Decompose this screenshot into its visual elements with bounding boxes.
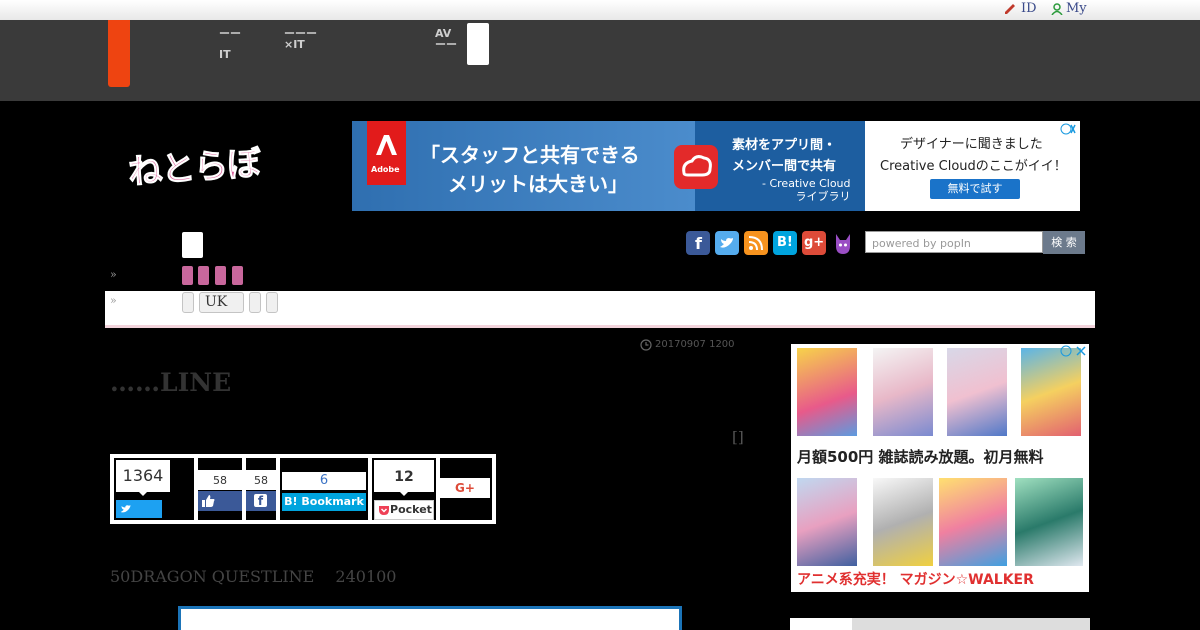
sidebar-ad-footer: アニメ系充実！ マガジン☆WALKER xyxy=(797,572,1034,588)
nav-item-1-line1: ーー xyxy=(219,27,241,40)
nav-item-1-line2: IT xyxy=(219,48,231,61)
rss-icon[interactable] xyxy=(744,231,768,255)
magazine-cover-1 xyxy=(797,348,857,436)
ad-mid-line3: - Creative Cloud xyxy=(762,177,851,190)
magazine-cover-8 xyxy=(1015,478,1083,566)
article-title: ……LINE xyxy=(110,368,232,397)
ad-mid-line1: 素材をアプリ間・ xyxy=(732,138,837,153)
twitter-bird-icon xyxy=(120,505,131,513)
grey-button-3[interactable] xyxy=(249,292,261,313)
uk-button[interactable]: UK xyxy=(199,292,244,313)
grey-button-1[interactable] xyxy=(182,292,194,313)
share-buttons: 1364 58 58 f 6 B! Bookmark 12 Pocket G+ xyxy=(110,454,496,524)
cat-icon[interactable] xyxy=(831,230,855,256)
magazine-cover-6 xyxy=(873,478,933,566)
hatena-bookmark-button[interactable]: B! Bookmark xyxy=(282,493,366,511)
pink-button-1[interactable] xyxy=(182,266,193,285)
id-link[interactable]: ID xyxy=(1021,1,1037,16)
thumbs-up-icon xyxy=(202,495,215,507)
hatena-cell: 6 B! Bookmark xyxy=(280,458,368,520)
top-utility-bar: ID My xyxy=(0,0,1200,20)
ad-headline: 「スタッフと共有できる xyxy=(420,143,640,167)
site-logo[interactable]: ねとらぼ xyxy=(126,135,262,193)
article-lead: 50DRAGON QUESTLINE 240100 xyxy=(110,567,397,586)
pink-button-2[interactable] xyxy=(198,266,209,285)
grey-button-4[interactable] xyxy=(266,292,278,313)
twitter-share-button[interactable] xyxy=(116,500,162,518)
header-bar xyxy=(0,20,1200,101)
ad-banner[interactable]: Adobe 「スタッフと共有できる メリットは大きい」 素材をアプリ間・ メンバ… xyxy=(352,121,1080,211)
nav-item-2-line2: ×IT xyxy=(284,38,305,51)
raquo-1: » xyxy=(110,268,117,281)
magazine-cover-3 xyxy=(947,348,1007,436)
ad-headline-2: メリットは大きい」 xyxy=(448,172,628,196)
magazine-cover-7 xyxy=(939,478,1007,566)
ad-right-line2: Creative Cloudのここがイイ！ xyxy=(880,159,1067,174)
fb-share-button[interactable]: f xyxy=(246,491,276,511)
pocket-icon xyxy=(379,506,389,515)
pink-button-3[interactable] xyxy=(215,266,226,285)
ad-mid-text: 素材をアプリ間・ メンバー間で共有 xyxy=(732,135,836,177)
fb-share-count: 58 xyxy=(246,470,276,490)
adobe-label: Adobe xyxy=(371,165,400,174)
fb-share-cell: 58 f xyxy=(246,458,276,520)
orange-tab[interactable] xyxy=(108,20,130,87)
ad-right-line1: デザイナーに聞きました xyxy=(900,137,1043,152)
clock-icon xyxy=(640,339,652,351)
hatena-count: 6 xyxy=(282,472,366,490)
pocket-count: 12 xyxy=(374,460,434,492)
sidebar-panel-tab[interactable] xyxy=(790,618,852,630)
twitter-count-pointer xyxy=(138,491,148,496)
sidebar-ad-close-icon[interactable] xyxy=(1057,345,1089,357)
ad-mid-sub: - Creative Cloud ライブラリ xyxy=(762,177,851,203)
fb-like-cell: 58 xyxy=(198,458,242,520)
fb-like-button[interactable] xyxy=(198,491,242,511)
pocket-button[interactable]: Pocket xyxy=(374,500,434,520)
nav-item-3-line2: ーー xyxy=(435,38,457,51)
facebook-icon[interactable]: f xyxy=(686,231,710,255)
pen-icon xyxy=(1005,4,1015,14)
category-white-button[interactable] xyxy=(182,232,203,258)
twitter-share-cell: 1364 xyxy=(114,458,194,520)
gplus-cell: G+ xyxy=(440,458,492,520)
ad-close-icon[interactable] xyxy=(1044,123,1076,135)
facebook-f-icon: f xyxy=(254,494,267,508)
nav-item-1[interactable]: ーー IT xyxy=(219,28,241,60)
magazine-cover-5 xyxy=(797,478,857,566)
pink-button-4[interactable] xyxy=(232,266,243,285)
pocket-cell: 12 Pocket xyxy=(372,458,436,520)
sidebar-ad[interactable]: 月額500円 雑誌読み放題。初月無料 アニメ系充実！ マガジン☆WALKER xyxy=(791,344,1089,592)
ad-button-label: 無料で試す xyxy=(947,182,1003,195)
sidebar-ad-price: 月額500円 雑誌読み放題。初月無料 xyxy=(797,448,1044,466)
my-link[interactable]: My xyxy=(1066,1,1087,16)
ad-mid-line4: ライブラリ xyxy=(795,190,851,203)
creative-cloud-icon xyxy=(674,145,718,189)
article-date: 20170907 1200 xyxy=(655,339,735,350)
article-image xyxy=(178,606,682,630)
header-white-button[interactable] xyxy=(467,23,489,65)
article-bracket: [] xyxy=(732,428,744,446)
raquo-2: » xyxy=(110,294,117,307)
hatena-icon[interactable]: B! xyxy=(773,231,797,255)
gplus-button[interactable]: G+ xyxy=(440,478,490,498)
ad-mid-line2: メンバー間で共有 xyxy=(732,159,837,174)
pocket-label: Pocket xyxy=(390,503,432,516)
adobe-logo-icon: Adobe xyxy=(367,121,406,185)
fb-like-count: 58 xyxy=(198,470,242,490)
twitter-count: 1364 xyxy=(116,460,170,492)
googleplus-icon[interactable]: g+ xyxy=(802,231,826,255)
pocket-count-pointer xyxy=(399,491,409,496)
nav-item-2[interactable]: ーーー ×IT xyxy=(284,28,317,50)
search-input[interactable]: powered by popIn xyxy=(865,231,1043,253)
search-button[interactable]: 検 索 xyxy=(1043,231,1085,254)
magazine-cover-4 xyxy=(1021,348,1081,436)
ad-free-trial-button[interactable]: 無料で試す xyxy=(930,179,1020,199)
nav-item-3[interactable]: AV ーー xyxy=(435,28,457,50)
magazine-cover-2 xyxy=(873,348,933,436)
twitter-icon[interactable] xyxy=(715,231,739,255)
user-icon xyxy=(1051,3,1063,15)
